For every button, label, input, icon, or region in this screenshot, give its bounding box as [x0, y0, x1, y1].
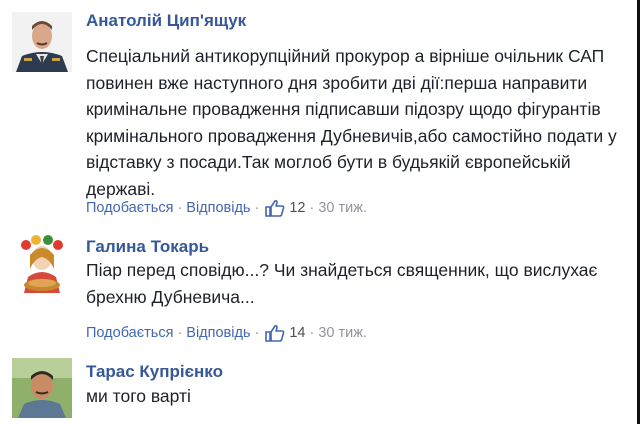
comment-text: Спеціальний антикорупційний прокурор а в…: [86, 43, 621, 202]
comment-text-line: повинен вже наступного дня зробити дві д…: [86, 72, 588, 93]
like-button[interactable]: Подобається: [86, 324, 173, 342]
separator-dot: ·: [254, 325, 260, 341]
thumbs-up-icon[interactable]: [265, 199, 285, 217]
folk-girl-with-bread-avatar-icon: [12, 233, 72, 293]
timestamp[interactable]: 30 тиж.: [318, 324, 367, 342]
comment-text: Піар перед сповідю...? Чи знайдеться свя…: [86, 257, 621, 310]
comment-text-line: відставку з посади.Так моглоб бути в буд…: [86, 152, 571, 172]
comment-text-line: кримінального провадження Дубневичів,або…: [86, 125, 617, 146]
separator-dot: ·: [177, 325, 183, 341]
comment-text-line: ми того варті: [86, 386, 191, 406]
separator-dot: ·: [254, 200, 260, 216]
comment-actions: Подобається · Відповідь · 12 · 30 тиж.: [86, 199, 367, 217]
like-button[interactable]: Подобається: [86, 199, 173, 217]
man-outdoors-avatar-icon: [12, 358, 72, 418]
thumbs-up-icon[interactable]: [265, 324, 285, 342]
comment-author-name[interactable]: Анатолій Цип'ящук: [86, 11, 246, 31]
comment-author-name[interactable]: Тарас Купрієнко: [86, 362, 223, 382]
comment-text-line: брехню Дубневича...: [86, 286, 255, 307]
reply-button[interactable]: Відповідь: [186, 199, 250, 217]
separator-dot: ·: [177, 200, 183, 216]
separator-dot: ·: [309, 200, 315, 216]
comment-actions: Подобається · Відповідь · 14 · 30 тиж.: [86, 324, 367, 342]
comment-text: ми того варті: [86, 383, 621, 410]
comment-text-line: Піар перед сповідю...? Чи знайдеться свя…: [86, 260, 598, 280]
man-in-uniform-avatar-icon: [12, 12, 72, 72]
like-count: 12: [289, 200, 306, 216]
avatar-anatolii[interactable]: [12, 12, 72, 72]
comment-text-line: Спеціальний антикорупційний прокурор а в…: [86, 46, 605, 66]
comment-author-name[interactable]: Галина Токарь: [86, 237, 209, 257]
comment-text-line: кримінальне провадження підписавши підоз…: [86, 99, 601, 119]
avatar-halyna[interactable]: [12, 233, 72, 293]
avatar-taras[interactable]: [12, 358, 72, 418]
separator-dot: ·: [309, 325, 315, 341]
like-count: 14: [289, 325, 306, 341]
reply-button[interactable]: Відповідь: [186, 324, 250, 342]
timestamp[interactable]: 30 тиж.: [318, 199, 367, 217]
